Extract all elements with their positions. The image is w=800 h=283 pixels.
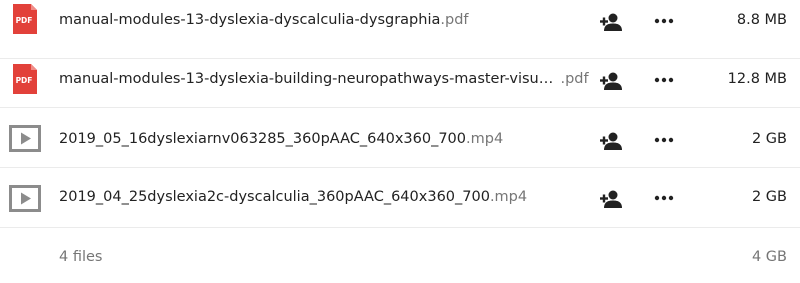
file-basename: 2019_04_25dyslexia2c-dyscalculia_360pAAC… <box>59 189 490 205</box>
file-name[interactable]: 2019_04_25dyslexia2c-dyscalculia_360pAAC… <box>59 189 527 205</box>
file-row[interactable]: PDF manual-modules-13-dyslexia-building-… <box>0 49 800 108</box>
video-icon <box>9 125 41 152</box>
file-extension: .mp4 <box>466 131 504 147</box>
file-basename: manual-modules-13-dyslexia-building-neur… <box>59 71 554 87</box>
share-icon[interactable] <box>599 71 623 91</box>
file-name[interactable]: manual-modules-13-dyslexia-dyscalculia-d… <box>59 12 469 28</box>
file-row[interactable]: 2019_04_25dyslexia2c-dyscalculia_360pAAC… <box>0 169 800 228</box>
file-extension: .pdf <box>560 71 589 87</box>
share-icon[interactable] <box>599 189 623 209</box>
file-list: PDF manual-modules-13-dyslexia-dyscalcul… <box>0 0 800 283</box>
pdf-icon: PDF <box>13 64 37 94</box>
share-icon[interactable] <box>599 12 623 32</box>
file-basename: 2019_05_16dyslexiarnv063285_360pAAC_640x… <box>59 131 467 147</box>
file-extension: .pdf <box>440 12 469 28</box>
total-size: 4 GB <box>751 249 787 265</box>
file-name[interactable]: manual-modules-13-dyslexia-building-neur… <box>59 71 589 87</box>
file-size: 8.8 MB <box>736 12 787 28</box>
file-row[interactable]: 2019_05_16dyslexiarnv063285_360pAAC_640x… <box>0 109 800 168</box>
pdf-icon-label: PDF <box>16 16 33 25</box>
pdf-icon-label: PDF <box>16 76 33 85</box>
file-extension: .mp4 <box>489 189 528 205</box>
video-icon <box>9 185 41 212</box>
file-summary: 4 files 4 GB <box>0 229 800 283</box>
more-options-icon[interactable] <box>653 136 675 144</box>
file-size: 12.8 MB <box>727 71 787 87</box>
file-count: 4 files <box>59 249 103 265</box>
more-options-icon[interactable] <box>653 17 675 25</box>
file-size: 2 GB <box>751 189 787 205</box>
file-size: 2 GB <box>751 131 787 147</box>
file-basename: manual-modules-13-dyslexia-dyscalculia-d… <box>59 12 441 28</box>
share-icon[interactable] <box>599 131 623 151</box>
more-options-icon[interactable] <box>653 194 675 202</box>
pdf-icon: PDF <box>13 4 37 34</box>
more-options-icon[interactable] <box>653 76 675 84</box>
file-name[interactable]: 2019_05_16dyslexiarnv063285_360pAAC_640x… <box>59 131 503 147</box>
